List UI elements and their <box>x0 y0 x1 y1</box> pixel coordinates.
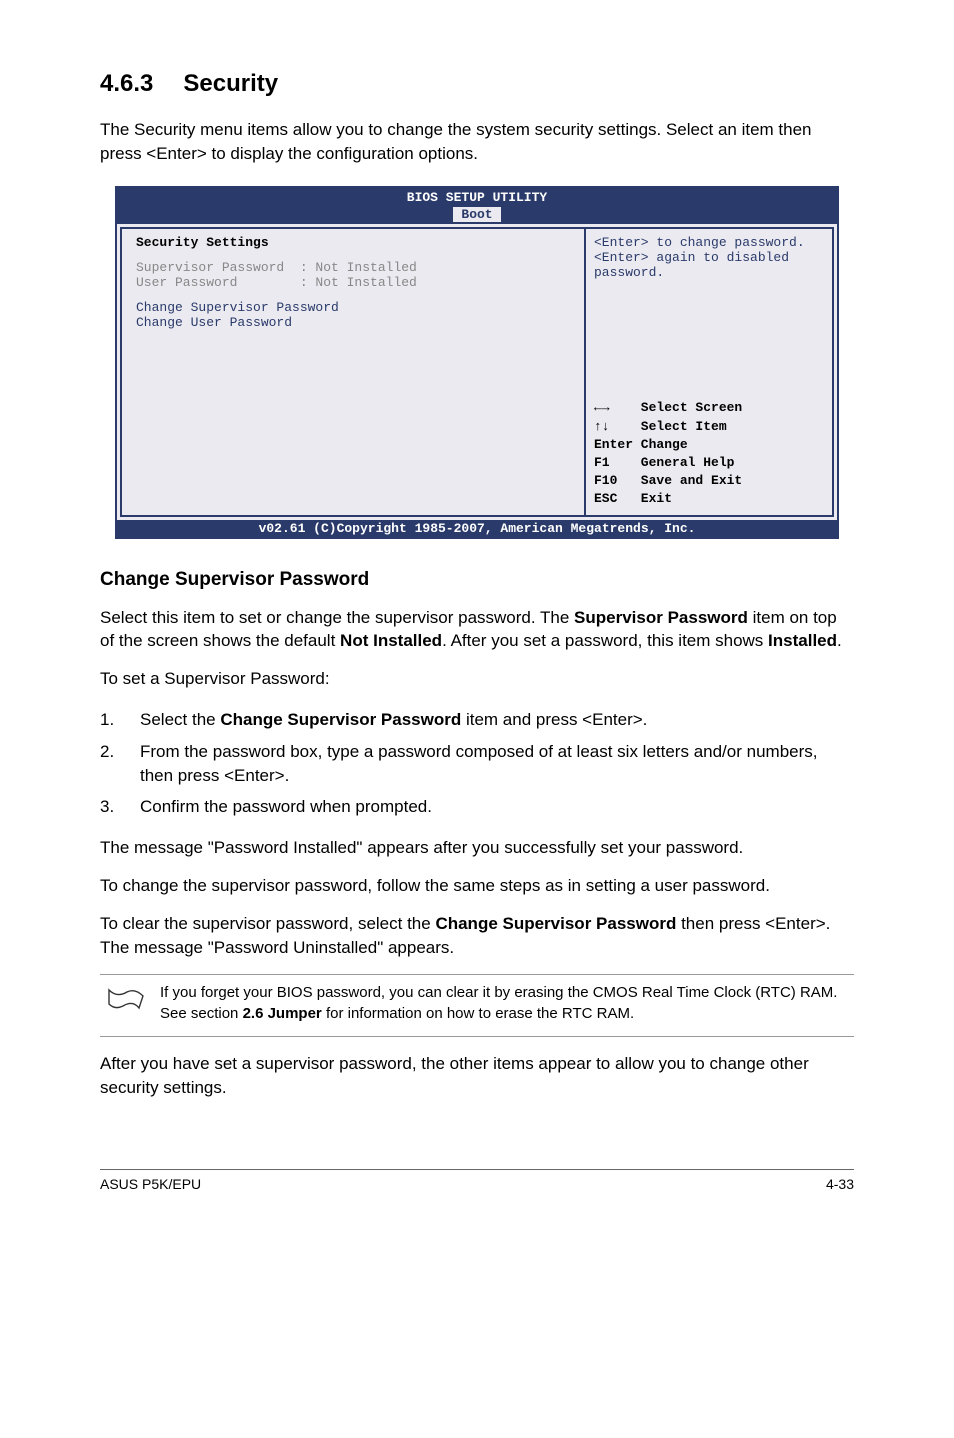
section-title: Security <box>183 70 278 97</box>
bios-header: BIOS SETUP UTILITY Boot <box>117 188 837 224</box>
bios-help-line2: <Enter> again to disabled password. <box>594 250 789 280</box>
bios-help-line1: <Enter> to change password. <box>594 235 805 250</box>
bios-section-title: Security Settings <box>136 235 570 250</box>
bios-change-user: Change User Password <box>136 315 570 330</box>
page-footer: ASUS P5K/EPU 4-33 <box>100 1169 854 1192</box>
list-number: 2. <box>100 740 140 788</box>
bios-supervisor-status: Supervisor Password : Not Installed <box>136 260 570 275</box>
bios-tab-boot: Boot <box>453 207 500 222</box>
bold-text: Supervisor Password <box>574 608 748 627</box>
bios-nav-keys: ←→ Select Screen ↑↓ Select Item Enter Ch… <box>594 399 824 508</box>
numbered-list: 1. Select the Change Supervisor Password… <box>100 708 854 819</box>
bios-right-panel: <Enter> to change password. <Enter> agai… <box>584 227 834 517</box>
bold-text: 2.6 Jumper <box>243 1005 322 1022</box>
text: . After you set a password, this item sh… <box>442 631 768 650</box>
list-item: 1. Select the Change Supervisor Password… <box>100 708 854 732</box>
paragraph-1: Select this item to set or change the su… <box>100 606 854 654</box>
bios-screenshot: BIOS SETUP UTILITY Boot Security Setting… <box>115 186 839 539</box>
paragraph-5: To clear the supervisor password, select… <box>100 912 854 960</box>
bold-text: Installed <box>768 631 837 650</box>
text: . <box>837 631 842 650</box>
list-text: Confirm the password when prompted. <box>140 795 432 819</box>
section-number: 4.6.3 <box>100 70 153 97</box>
intro-paragraph: The Security menu items allow you to cha… <box>100 118 854 166</box>
bios-header-title: BIOS SETUP UTILITY <box>117 190 837 205</box>
bios-change-supervisor: Change Supervisor Password <box>136 300 570 315</box>
bios-help-text: <Enter> to change password. <Enter> agai… <box>594 235 824 280</box>
paragraph-2: To set a Supervisor Password: <box>100 667 854 691</box>
bios-user-status: User Password : Not Installed <box>136 275 570 290</box>
text: Select this item to set or change the su… <box>100 608 574 627</box>
list-item: 2. From the password box, type a passwor… <box>100 740 854 788</box>
text: To clear the supervisor password, select… <box>100 914 435 933</box>
list-number: 3. <box>100 795 140 819</box>
paragraph-4: To change the supervisor password, follo… <box>100 874 854 898</box>
text: Select the <box>140 710 220 729</box>
bold-text: Change Supervisor Password <box>435 914 676 933</box>
note-text: If you forget your BIOS password, you ca… <box>160 983 854 1024</box>
bios-body: Security Settings Supervisor Password : … <box>117 224 837 520</box>
list-text: Select the Change Supervisor Password it… <box>140 708 647 732</box>
note-icon <box>100 983 160 1021</box>
list-number: 1. <box>100 708 140 732</box>
bios-left-panel: Security Settings Supervisor Password : … <box>120 227 584 517</box>
footer-left: ASUS P5K/EPU <box>100 1176 201 1192</box>
list-item: 3. Confirm the password when prompted. <box>100 795 854 819</box>
bold-text: Change Supervisor Password <box>220 710 461 729</box>
text: item and press <Enter>. <box>461 710 647 729</box>
paragraph-3: The message "Password Installed" appears… <box>100 836 854 860</box>
bold-text: Not Installed <box>340 631 442 650</box>
subsection-heading: Change Supervisor Password <box>100 569 854 591</box>
note-box: If you forget your BIOS password, you ca… <box>100 974 854 1037</box>
footer-right: 4-33 <box>826 1176 854 1192</box>
text: for information on how to erase the RTC … <box>322 1005 634 1022</box>
list-text: From the password box, type a password c… <box>140 740 854 788</box>
section-heading: 4.6.3 Security <box>100 70 854 98</box>
bios-footer: v02.61 (C)Copyright 1985-2007, American … <box>117 520 837 537</box>
paragraph-6: After you have set a supervisor password… <box>100 1052 854 1100</box>
